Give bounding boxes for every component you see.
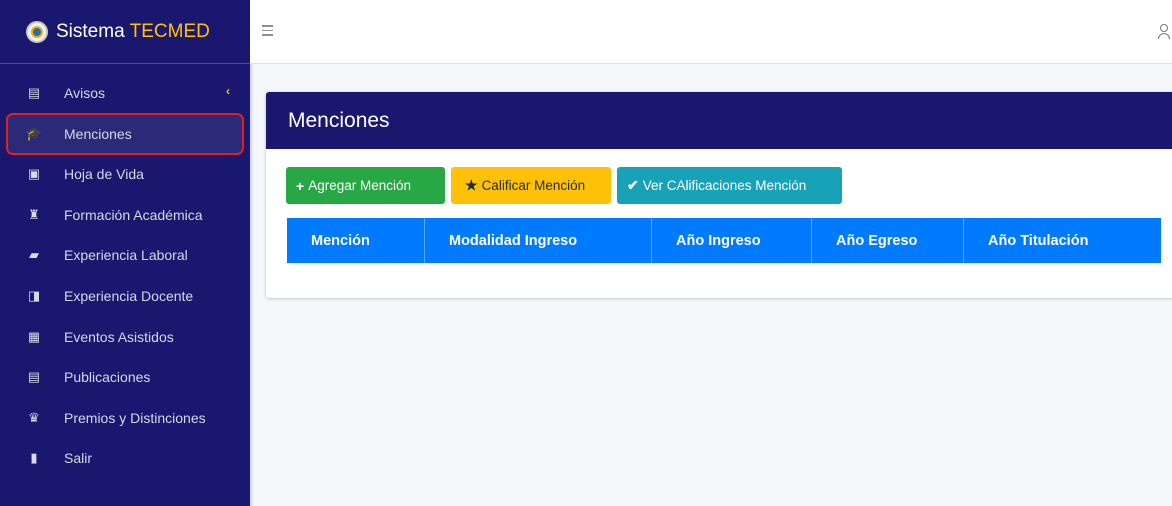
column-header-ano-titulacion[interactable]: Año Titulación bbox=[964, 218, 1161, 263]
sidebar-item-experiencia-docente[interactable]: ◨ Experiencia Docente bbox=[0, 277, 250, 315]
sidebar-item-eventos-asistidos[interactable]: ▦ Eventos Asistidos bbox=[0, 318, 250, 356]
sidebar-item-label: Experiencia Docente bbox=[64, 287, 194, 304]
sidebar-item-salir[interactable]: ▮ Salir bbox=[0, 439, 250, 477]
user-graduate-icon: ♜ bbox=[28, 206, 40, 222]
view-grades-label: Ver CAlificaciones Mención bbox=[642, 178, 807, 193]
add-mention-button[interactable]: + Agregar Mención bbox=[286, 167, 445, 204]
user-icon[interactable] bbox=[1158, 24, 1170, 40]
add-mention-label: Agregar Mención bbox=[308, 178, 411, 193]
card-header: Menciones bbox=[266, 92, 1172, 149]
page-title: Menciones bbox=[288, 108, 390, 132]
sidebar-item-label: Menciones bbox=[64, 125, 132, 142]
id-card-icon: ▣ bbox=[27, 166, 41, 182]
sidebar-shadow bbox=[250, 0, 254, 506]
sidebar-item-label: Publicaciones bbox=[64, 369, 151, 386]
column-header-modalidad-ingreso[interactable]: Modalidad Ingreso bbox=[425, 218, 652, 263]
brand-link[interactable]: Sistema TECMED bbox=[0, 0, 250, 64]
column-header-ano-egreso[interactable]: Año Egreso bbox=[812, 218, 964, 263]
sidebar-item-publicaciones[interactable]: ▤ Publicaciones bbox=[0, 358, 250, 396]
sidebar-item-label: Eventos Asistidos bbox=[64, 328, 174, 345]
menciones-table-header: Mención Modalidad Ingreso Año Ingreso Añ… bbox=[287, 218, 1161, 263]
door-open-icon: ▮ bbox=[30, 450, 38, 466]
sidebar-item-formacion-academica[interactable]: ♜ Formación Académica bbox=[0, 196, 250, 234]
book-icon: ▤ bbox=[27, 369, 41, 385]
clipboard-icon: ▤ bbox=[27, 85, 41, 100]
view-grades-button[interactable]: ✔ Ver CAlificaciones Mención bbox=[617, 167, 842, 204]
sidebar-item-label: Formación Académica bbox=[64, 206, 203, 223]
sidebar-item-experiencia-laboral[interactable]: ▰ Experiencia Laboral bbox=[0, 236, 250, 274]
brand-name: Sistema bbox=[56, 20, 125, 42]
column-header-mencion[interactable]: Mención bbox=[287, 218, 425, 263]
top-navbar bbox=[250, 0, 1172, 64]
grade-mention-button[interactable]: ★ Calificar Mención bbox=[451, 167, 611, 204]
hamburger-menu-icon[interactable] bbox=[262, 25, 273, 39]
calendar-check-icon: ▦ bbox=[27, 328, 41, 344]
action-buttons: + Agregar Mención ★ Calificar Mención ✔ … bbox=[286, 167, 848, 204]
sidebar-item-hoja-de-vida[interactable]: ▣ Hoja de Vida bbox=[0, 155, 250, 193]
sidebar-item-label: Avisos bbox=[64, 85, 105, 101]
sidebar-item-label: Experiencia Laboral bbox=[64, 247, 188, 264]
menciones-card: Menciones + Agregar Mención ★ Calificar … bbox=[266, 92, 1172, 298]
chalkboard-teacher-icon: ◨ bbox=[27, 287, 41, 303]
plus-icon: + bbox=[296, 177, 305, 194]
sidebar: Sistema TECMED ▤ Avisos ‹ 🎓 Menciones ▣ … bbox=[0, 0, 250, 506]
check-icon: ✔ bbox=[627, 177, 639, 193]
chevron-left-icon[interactable]: ‹ bbox=[226, 84, 230, 98]
sidebar-item-premios-y-distinciones[interactable]: ♛ Premios y Distinciones bbox=[0, 399, 250, 437]
sidebar-item-label: Premios y Distinciones bbox=[64, 409, 206, 426]
sidebar-item-menciones[interactable]: 🎓 Menciones bbox=[6, 112, 244, 155]
sidebar-item-label: Hoja de Vida bbox=[64, 166, 144, 183]
grade-mention-label: Calificar Mención bbox=[481, 178, 586, 193]
sidebar-item-label: Salir bbox=[64, 450, 93, 467]
sidebar-item-avisos[interactable]: ▤ Avisos ‹ bbox=[0, 74, 250, 112]
award-icon: ♛ bbox=[28, 409, 40, 425]
brand-accent: TECMED bbox=[129, 20, 210, 42]
star-icon: ★ bbox=[465, 177, 478, 193]
column-header-ano-ingreso[interactable]: Año Ingreso bbox=[652, 218, 812, 263]
sidebar-nav: ▤ Avisos ‹ 🎓 Menciones ▣ Hoja de Vida ♜ … bbox=[0, 74, 250, 480]
graduation-cap-icon: 🎓 bbox=[25, 125, 43, 141]
briefcase-icon: ▰ bbox=[29, 247, 39, 263]
tecmed-logo-icon bbox=[26, 20, 48, 43]
